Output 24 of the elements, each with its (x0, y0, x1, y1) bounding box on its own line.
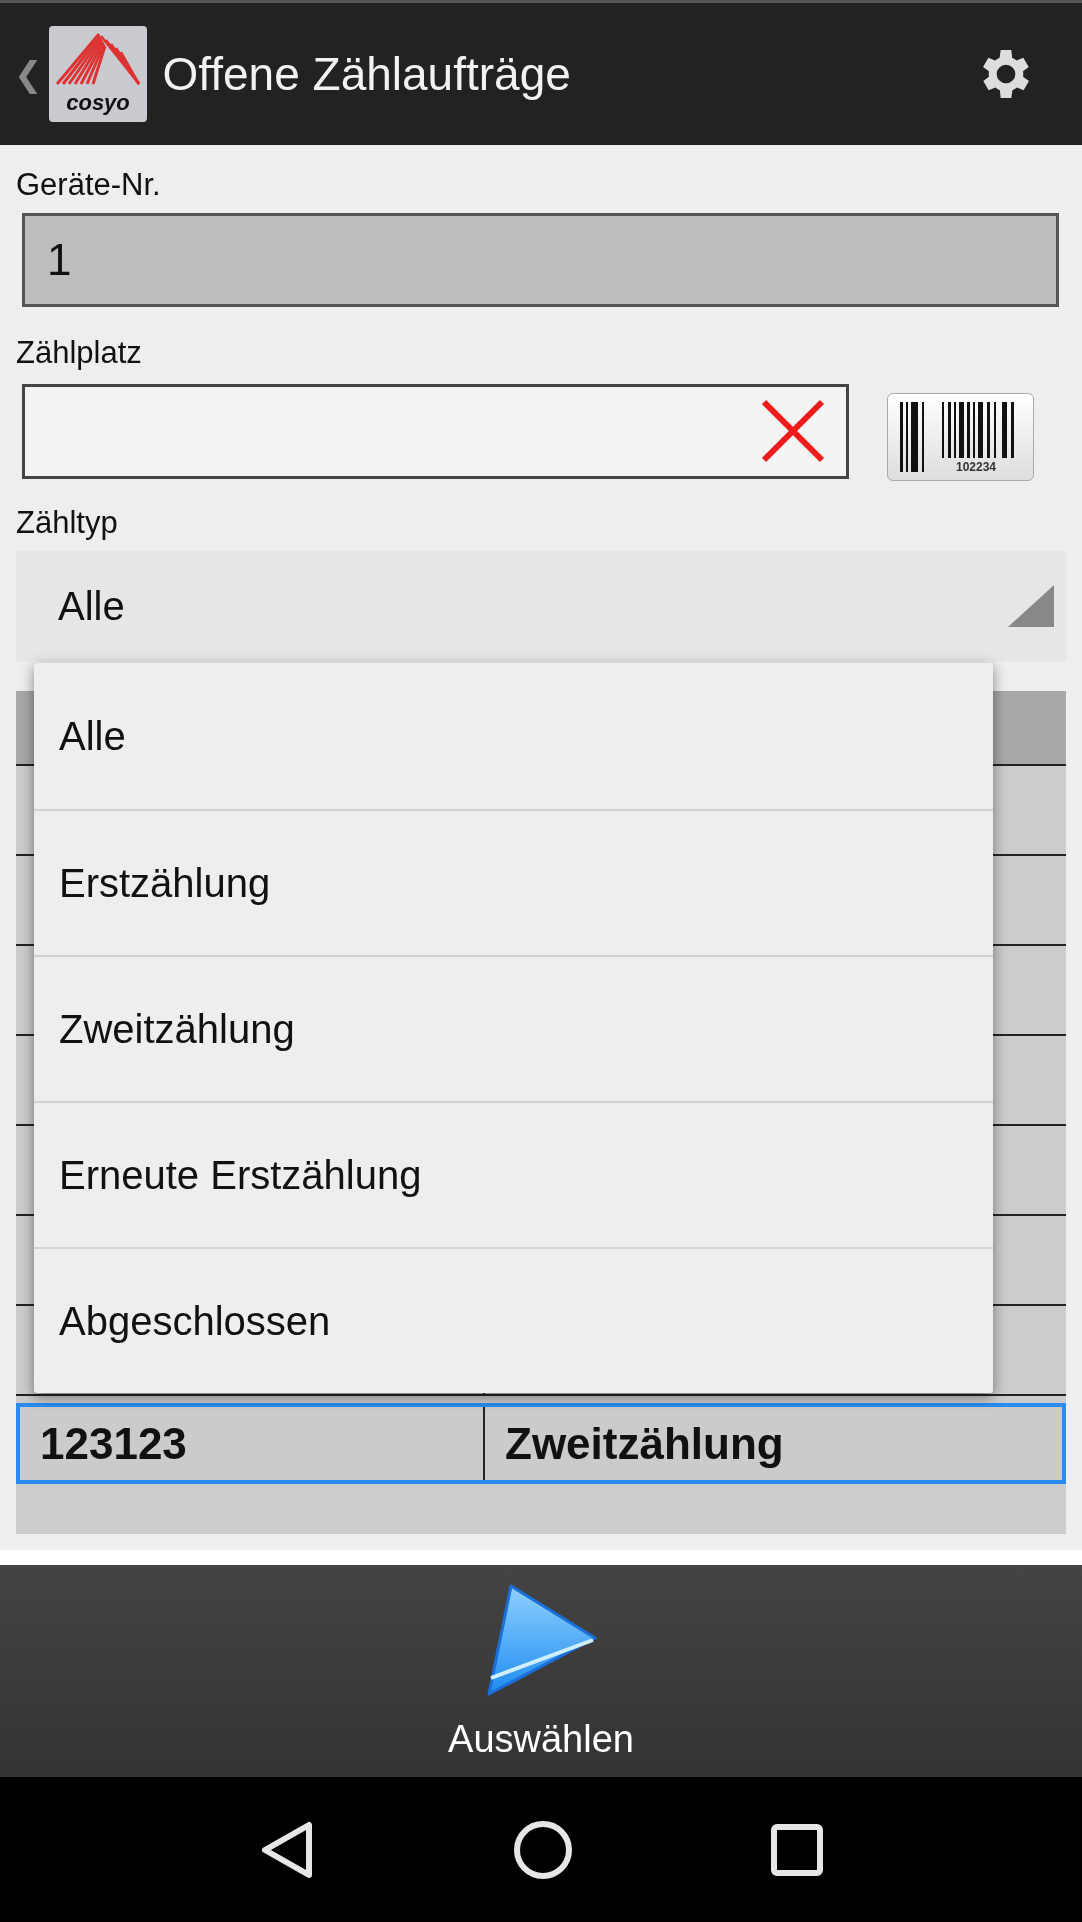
field-label: Geräte-Nr. (16, 166, 162, 204)
field-label: Zählplatz (16, 334, 143, 372)
device-number-field[interactable]: 1 (22, 213, 1059, 307)
home-icon[interactable] (513, 1819, 573, 1880)
table-cell-text: Zweitzählung (504, 1417, 785, 1470)
dropdown-corner-icon (1008, 585, 1054, 627)
counting-place-field[interactable] (22, 383, 849, 479)
menu-option[interactable]: Erstzählung (34, 809, 993, 955)
menu-option[interactable]: Alle (34, 663, 993, 809)
clear-icon[interactable] (760, 398, 826, 464)
count-type-dropdown[interactable]: Alle (16, 551, 1066, 661)
menu-option[interactable]: Erneute Erstzählung (34, 1101, 993, 1247)
select-button[interactable]: Auswählen (448, 1581, 634, 1761)
screen-title: Offene Zählaufträge (162, 47, 572, 101)
table-cell: 123123 (20, 1407, 485, 1480)
field-label: Zähltyp (16, 504, 119, 542)
recents-icon[interactable] (771, 1823, 823, 1876)
back-icon[interactable]: ❮ (14, 54, 43, 94)
menu-option[interactable]: Abgeschlossen (34, 1247, 993, 1393)
menu-option[interactable]: Zweitzählung (34, 955, 993, 1101)
back-icon[interactable] (259, 1819, 315, 1880)
app-logo: cosyo (48, 26, 147, 122)
barcode-scan-button[interactable]: 102234 (887, 393, 1034, 481)
table-row[interactable]: 123123 Zweitzählung (16, 1403, 1066, 1484)
